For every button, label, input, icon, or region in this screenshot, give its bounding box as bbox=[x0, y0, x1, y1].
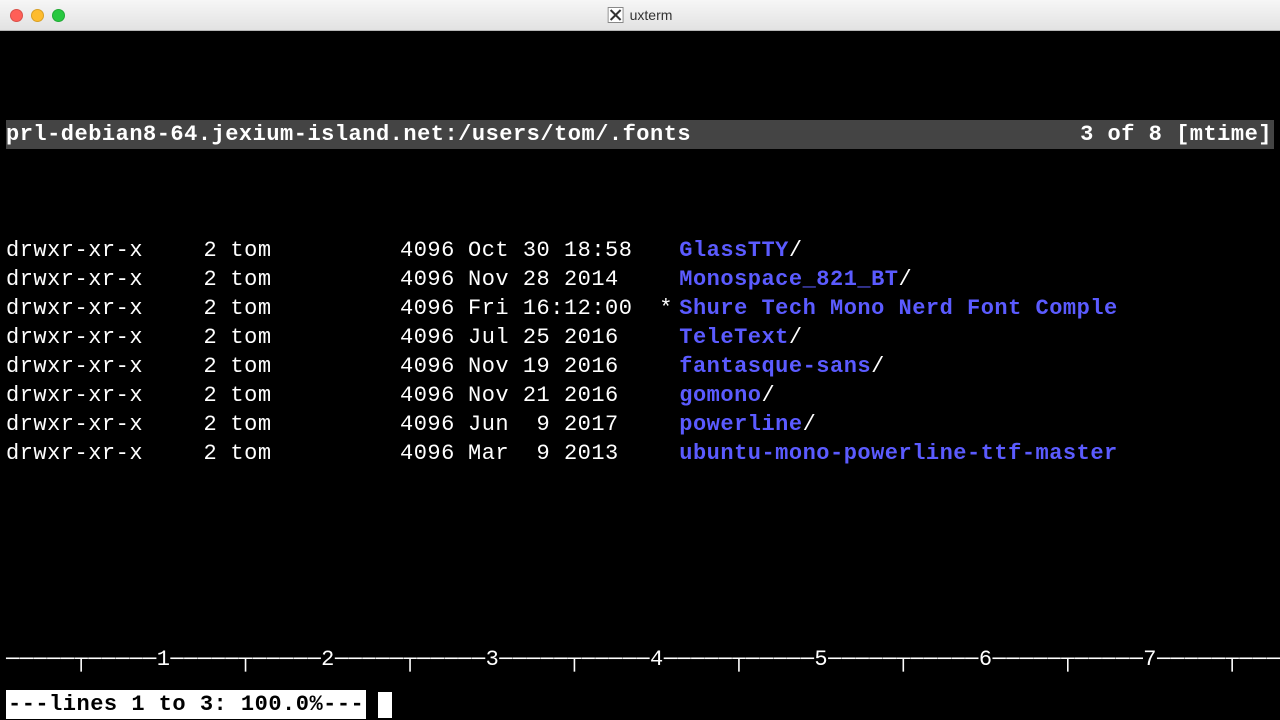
column-ruler: ─────┬─────1─────┬─────2─────┬─────3────… bbox=[6, 645, 1274, 674]
entry-name: fantasque-sans/ bbox=[679, 352, 1274, 381]
date: Mar 9 2013 bbox=[455, 439, 653, 468]
links: 2 bbox=[164, 410, 230, 439]
owner: tom bbox=[230, 265, 388, 294]
date: Jun 9 2017 bbox=[455, 410, 653, 439]
date: Nov 21 2016 bbox=[455, 381, 653, 410]
links: 2 bbox=[164, 381, 230, 410]
mark bbox=[653, 265, 679, 294]
owner: tom bbox=[230, 323, 388, 352]
perm: drwxr-xr-x bbox=[6, 265, 164, 294]
list-row[interactable]: drwxr-xr-x2tom4096Jun 9 2017 powerline/ bbox=[6, 410, 1274, 439]
mark bbox=[653, 381, 679, 410]
list-row[interactable]: drwxr-xr-x2tom4096Mar 9 2013 ubuntu-mono… bbox=[6, 439, 1274, 468]
terminal-area[interactable]: prl-debian8-64.jexium-island.net:/users/… bbox=[0, 31, 1280, 720]
list-row[interactable]: drwxr-xr-x2tom4096Nov 28 2014 Monospace_… bbox=[6, 265, 1274, 294]
perm: drwxr-xr-x bbox=[6, 352, 164, 381]
list-row[interactable]: drwxr-xr-x2tom4096Nov 21 2016 gomono/ bbox=[6, 381, 1274, 410]
window-title-text: uxterm bbox=[630, 7, 673, 23]
window-titlebar: uxterm bbox=[0, 0, 1280, 31]
list-row[interactable]: drwxr-xr-x2tom4096Nov 19 2016 fantasque-… bbox=[6, 352, 1274, 381]
links: 2 bbox=[164, 236, 230, 265]
owner: tom bbox=[230, 236, 388, 265]
entry-name: ubuntu-mono-powerline-ttf-master bbox=[679, 439, 1274, 468]
perm: drwxr-xr-x bbox=[6, 381, 164, 410]
size: 4096 bbox=[389, 381, 455, 410]
list-row[interactable]: drwxr-xr-x2tom4096Oct 30 18:58 GlassTTY/ bbox=[6, 236, 1274, 265]
links: 2 bbox=[164, 265, 230, 294]
directory-listing: drwxr-xr-x2tom4096Oct 30 18:58 GlassTTY/… bbox=[6, 236, 1274, 468]
size: 4096 bbox=[389, 265, 455, 294]
date: Nov 19 2016 bbox=[455, 352, 653, 381]
header-position: 3 of 8 [mtime] bbox=[1080, 120, 1274, 149]
size: 4096 bbox=[389, 236, 455, 265]
status-text: ---lines 1 to 3: 100.0%--- bbox=[6, 690, 366, 719]
entry-name: Shure Tech Mono Nerd Font Comple bbox=[679, 294, 1274, 323]
perm: drwxr-xr-x bbox=[6, 439, 164, 468]
links: 2 bbox=[164, 352, 230, 381]
header-path: prl-debian8-64.jexium-island.net:/users/… bbox=[6, 120, 1080, 149]
window-title: uxterm bbox=[608, 7, 673, 23]
mark bbox=[653, 410, 679, 439]
resize-grip-icon[interactable] bbox=[1262, 703, 1280, 720]
owner: tom bbox=[230, 352, 388, 381]
text-cursor bbox=[378, 692, 392, 718]
xterm-icon bbox=[608, 7, 624, 23]
perm: drwxr-xr-x bbox=[6, 323, 164, 352]
size: 4096 bbox=[389, 323, 455, 352]
entry-name: powerline/ bbox=[679, 410, 1274, 439]
list-row[interactable]: drwxr-xr-x2tom4096Jul 25 2016 TeleText/ bbox=[6, 323, 1274, 352]
date: Fri 16:12:00 bbox=[455, 294, 653, 323]
mark bbox=[653, 439, 679, 468]
owner: tom bbox=[230, 410, 388, 439]
size: 4096 bbox=[389, 439, 455, 468]
owner: tom bbox=[230, 381, 388, 410]
close-window-button[interactable] bbox=[10, 9, 23, 22]
links: 2 bbox=[164, 439, 230, 468]
date: Nov 28 2014 bbox=[455, 265, 653, 294]
mark bbox=[653, 323, 679, 352]
mark: * bbox=[653, 294, 679, 323]
perm: drwxr-xr-x bbox=[6, 410, 164, 439]
minimize-window-button[interactable] bbox=[31, 9, 44, 22]
mark bbox=[653, 236, 679, 265]
window-controls bbox=[0, 9, 65, 22]
perm: drwxr-xr-x bbox=[6, 236, 164, 265]
entry-name: GlassTTY/ bbox=[679, 236, 1274, 265]
links: 2 bbox=[164, 294, 230, 323]
owner: tom bbox=[230, 439, 388, 468]
size: 4096 bbox=[389, 294, 455, 323]
entry-name: Monospace_821_BT/ bbox=[679, 265, 1274, 294]
date: Jul 25 2016 bbox=[455, 323, 653, 352]
entry-name: TeleText/ bbox=[679, 323, 1274, 352]
list-row[interactable]: drwxr-xr-x2tom4096Fri 16:12:00*Shure Tec… bbox=[6, 294, 1274, 323]
perm: drwxr-xr-x bbox=[6, 294, 164, 323]
header-line: prl-debian8-64.jexium-island.net:/users/… bbox=[6, 120, 1274, 149]
entry-name: gomono/ bbox=[679, 381, 1274, 410]
status-bar: ---lines 1 to 3: 100.0%--- bbox=[6, 690, 392, 719]
owner: tom bbox=[230, 294, 388, 323]
links: 2 bbox=[164, 323, 230, 352]
mark bbox=[653, 352, 679, 381]
date: Oct 30 18:58 bbox=[455, 236, 653, 265]
size: 4096 bbox=[389, 410, 455, 439]
size: 4096 bbox=[389, 352, 455, 381]
zoom-window-button[interactable] bbox=[52, 9, 65, 22]
